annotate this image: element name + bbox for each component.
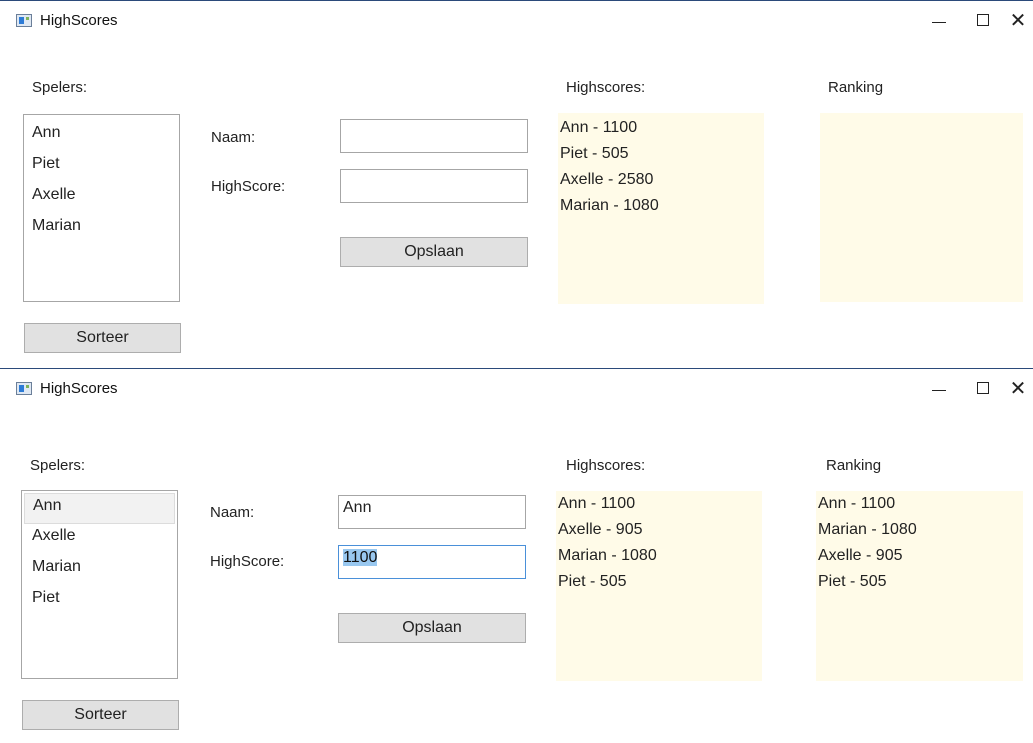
- highscore-entry: Piet - 505: [560, 145, 629, 162]
- list-item[interactable]: Piet: [24, 586, 175, 617]
- name-input[interactable]: Ann: [338, 495, 526, 529]
- highscore-entry: Axelle - 2580: [560, 171, 654, 188]
- app-icon: [16, 14, 32, 27]
- name-label: Naam:: [211, 129, 256, 146]
- ranking-panel: Ann - 1100 Marian - 1080 Axelle - 905 Pi…: [816, 491, 1023, 681]
- window-title: HighScores: [40, 380, 118, 397]
- highscores-window-2: HighScores ✕ Spelers: Ann Axelle Marian …: [0, 368, 1033, 743]
- name-label: Naam:: [210, 504, 255, 521]
- highscore-input[interactable]: 1100: [338, 545, 526, 579]
- highscores-window-1: HighScores ✕ Spelers: Ann Piet Axelle Ma…: [0, 0, 1033, 369]
- minimize-icon: [932, 389, 946, 391]
- maximize-icon: [977, 382, 989, 394]
- players-label: Spelers:: [30, 457, 86, 474]
- list-item-selected[interactable]: Ann: [24, 493, 175, 524]
- highscore-input[interactable]: [340, 169, 528, 203]
- list-item[interactable]: Ann: [24, 121, 179, 152]
- title-bar[interactable]: HighScores ✕: [0, 1, 1033, 39]
- list-item[interactable]: Piet: [24, 152, 179, 183]
- close-button[interactable]: ✕: [1004, 371, 1032, 405]
- ranking-label: Ranking: [828, 79, 884, 96]
- ranking-entry: Piet - 505: [818, 573, 887, 590]
- highscore-entry: Ann - 1100: [560, 119, 638, 136]
- players-listbox[interactable]: Ann Axelle Marian Piet: [21, 490, 178, 679]
- title-bar[interactable]: HighScores ✕: [0, 369, 1033, 407]
- highscore-entry: Ann - 1100: [558, 495, 636, 512]
- highscore-label: HighScore:: [210, 553, 285, 570]
- list-item[interactable]: Marian: [24, 214, 179, 245]
- highscores-panel: Ann - 1100 Piet - 505 Axelle - 2580 Mari…: [558, 113, 764, 304]
- maximize-icon: [977, 14, 989, 26]
- highscore-entry: Axelle - 905: [558, 521, 643, 538]
- ranking-entry: Ann - 1100: [818, 495, 896, 512]
- name-input[interactable]: [340, 119, 528, 153]
- minimize-button[interactable]: [916, 371, 962, 405]
- list-item[interactable]: Axelle: [24, 524, 175, 555]
- maximize-button[interactable]: [960, 3, 1006, 37]
- close-button[interactable]: ✕: [1004, 3, 1032, 37]
- highscore-label: HighScore:: [211, 178, 286, 195]
- highscores-label: Highscores:: [566, 457, 646, 474]
- save-button[interactable]: Opslaan: [338, 613, 526, 643]
- players-listbox[interactable]: Ann Piet Axelle Marian: [23, 114, 180, 302]
- ranking-panel: [820, 113, 1023, 302]
- highscore-entry: Marian - 1080: [560, 197, 659, 214]
- highscore-entry: Marian - 1080: [558, 547, 657, 564]
- players-label: Spelers:: [32, 79, 88, 96]
- selected-text: 1100: [343, 549, 378, 566]
- sort-button[interactable]: Sorteer: [22, 700, 179, 730]
- close-icon: ✕: [1009, 8, 1027, 32]
- app-icon: [16, 382, 32, 395]
- close-icon: ✕: [1009, 376, 1027, 400]
- list-item[interactable]: Marian: [24, 555, 175, 586]
- list-item[interactable]: Axelle: [24, 183, 179, 214]
- ranking-entry: Axelle - 905: [818, 547, 903, 564]
- highscores-label: Highscores:: [566, 79, 646, 96]
- highscores-panel: Ann - 1100 Axelle - 905 Marian - 1080 Pi…: [556, 491, 762, 681]
- save-button[interactable]: Opslaan: [340, 237, 528, 267]
- window-title: HighScores: [40, 12, 118, 29]
- sort-button[interactable]: Sorteer: [24, 323, 181, 353]
- ranking-label: Ranking: [826, 457, 882, 474]
- minimize-button[interactable]: [916, 3, 962, 37]
- minimize-icon: [932, 21, 946, 23]
- highscore-entry: Piet - 505: [558, 573, 627, 590]
- maximize-button[interactable]: [960, 371, 1006, 405]
- ranking-entry: Marian - 1080: [818, 521, 917, 538]
